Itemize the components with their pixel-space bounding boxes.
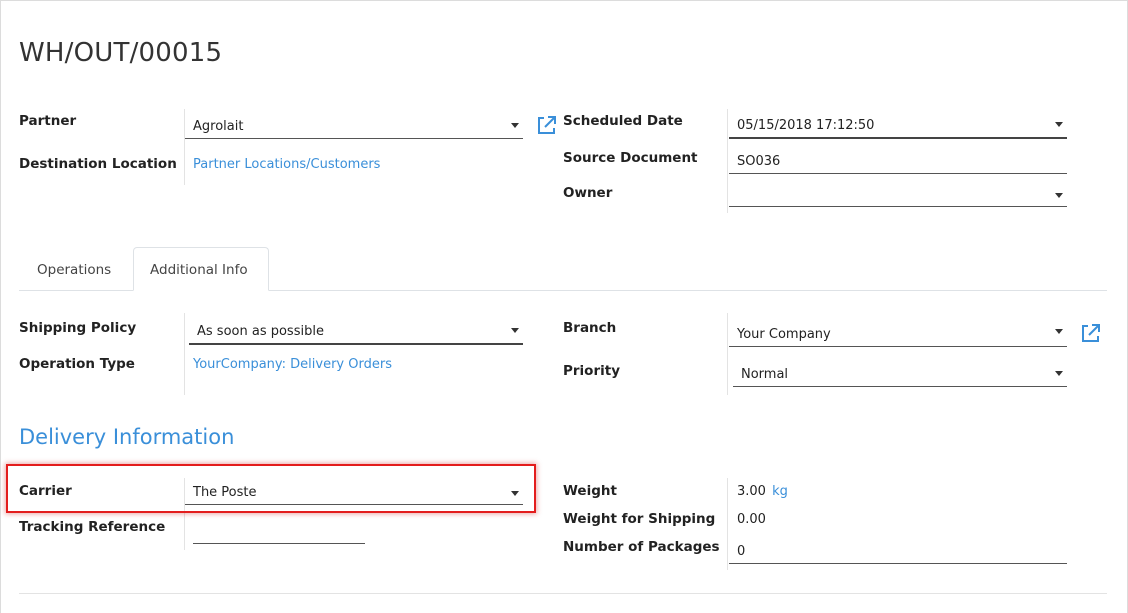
priority-select[interactable]: Normal: [733, 360, 1067, 387]
owner-select[interactable]: [729, 180, 1067, 207]
owner-label: Owner: [563, 185, 613, 201]
caret-down-icon: [1055, 371, 1063, 376]
scheduled-date-label: Scheduled Date: [563, 113, 683, 129]
partner-value: Agrolait: [193, 119, 244, 134]
external-link-icon[interactable]: [1080, 322, 1102, 344]
tracking-reference-label: Tracking Reference: [19, 519, 166, 535]
branch-select[interactable]: Your Company: [729, 320, 1067, 347]
tab-operations[interactable]: Operations: [37, 262, 111, 278]
caret-down-icon: [511, 328, 519, 333]
external-link-icon[interactable]: [536, 114, 558, 136]
operation-type-label: Operation Type: [19, 356, 135, 372]
shipping-policy-label: Shipping Policy: [19, 320, 137, 336]
weight-value: 3.00 kg: [737, 484, 788, 499]
caret-down-icon: [511, 123, 519, 128]
caret-down-icon: [1055, 329, 1063, 334]
number-of-packages-value: 0: [737, 544, 746, 559]
destination-location-link[interactable]: Partner Locations/Customers: [193, 157, 380, 172]
weight-number: 3.00: [737, 484, 766, 499]
source-document-field[interactable]: SO036: [729, 147, 1067, 174]
delivery-information-heading: Delivery Information: [19, 425, 235, 449]
caret-down-icon: [1055, 193, 1063, 198]
number-of-packages-field[interactable]: 0: [729, 537, 1067, 564]
priority-value: Normal: [741, 367, 789, 382]
page-title: WH/OUT/00015: [19, 38, 223, 68]
number-of-packages-label: Number of Packages: [563, 539, 720, 555]
weight-for-shipping-value: 0.00: [737, 512, 766, 527]
column-divider: [727, 109, 728, 213]
branch-value: Your Company: [737, 327, 831, 342]
operation-type-link[interactable]: YourCompany: Delivery Orders: [193, 357, 392, 372]
source-document-label: Source Document: [563, 150, 698, 166]
weight-label: Weight: [563, 483, 617, 499]
tracking-reference-field[interactable]: [193, 517, 365, 544]
destination-location-label: Destination Location: [19, 156, 177, 172]
weight-unit: kg: [772, 484, 788, 499]
source-document-value: SO036: [737, 154, 781, 169]
column-divider: [727, 478, 728, 570]
scheduled-date-field[interactable]: 05/15/2018 17:12:50: [729, 111, 1067, 139]
column-divider: [727, 313, 728, 395]
bottom-divider: [19, 593, 1107, 594]
priority-label: Priority: [563, 363, 620, 379]
shipping-policy-value: As soon as possible: [197, 324, 324, 339]
column-divider: [184, 313, 185, 395]
weight-for-shipping-label: Weight for Shipping: [563, 511, 716, 527]
tab-additional-info-label[interactable]: Additional Info: [150, 262, 248, 278]
caret-down-icon: [1055, 122, 1063, 127]
scheduled-date-value: 05/15/2018 17:12:50: [737, 118, 875, 133]
branch-label: Branch: [563, 320, 617, 336]
carrier-highlight-box: [6, 464, 536, 513]
partner-select[interactable]: Agrolait: [185, 112, 523, 139]
shipping-policy-select[interactable]: As soon as possible: [189, 317, 523, 345]
partner-label: Partner: [19, 113, 77, 129]
